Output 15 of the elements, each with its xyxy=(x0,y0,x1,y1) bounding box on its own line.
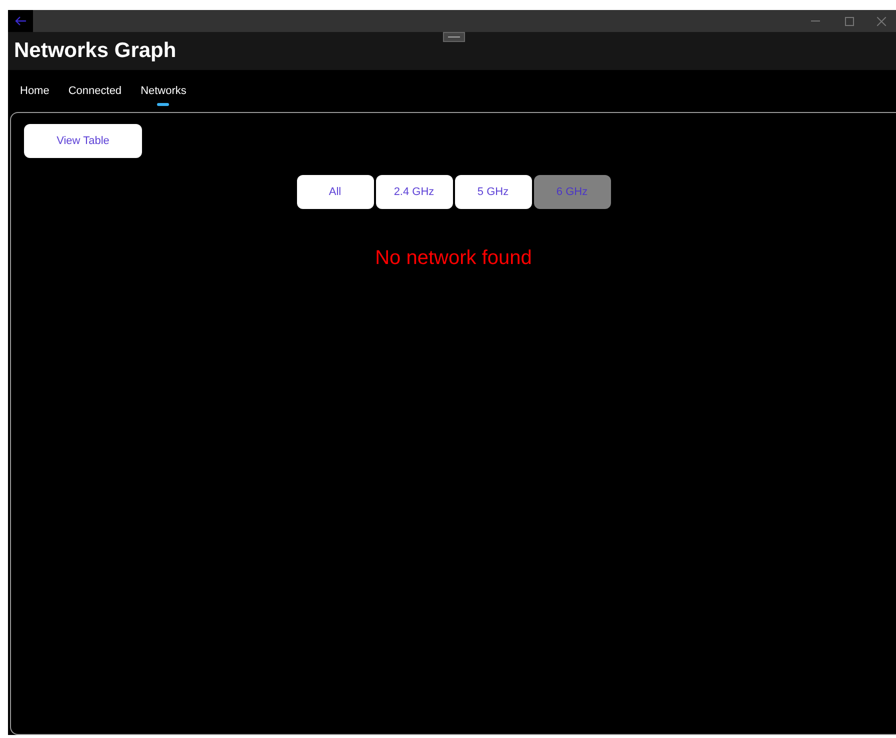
filter-button[interactable]: 5 GHz xyxy=(454,175,532,209)
back-arrow-icon xyxy=(14,16,26,26)
maximize-icon xyxy=(844,16,854,26)
tab[interactable]: Networks xyxy=(140,76,186,106)
view-table-button[interactable]: View Table xyxy=(24,124,142,158)
window-title: Networks Graph xyxy=(14,38,176,64)
filter-button[interactable]: 2.4 GHz xyxy=(376,175,452,209)
close-icon xyxy=(876,16,886,26)
empty-message: No network found xyxy=(374,246,533,271)
filter-button[interactable]: All xyxy=(296,175,374,209)
drag-handle-icon xyxy=(443,32,465,42)
tab[interactable]: Connected xyxy=(68,76,122,106)
tab[interactable]: Home xyxy=(20,76,50,106)
minimize-icon xyxy=(810,20,820,22)
back-button[interactable] xyxy=(8,10,33,32)
